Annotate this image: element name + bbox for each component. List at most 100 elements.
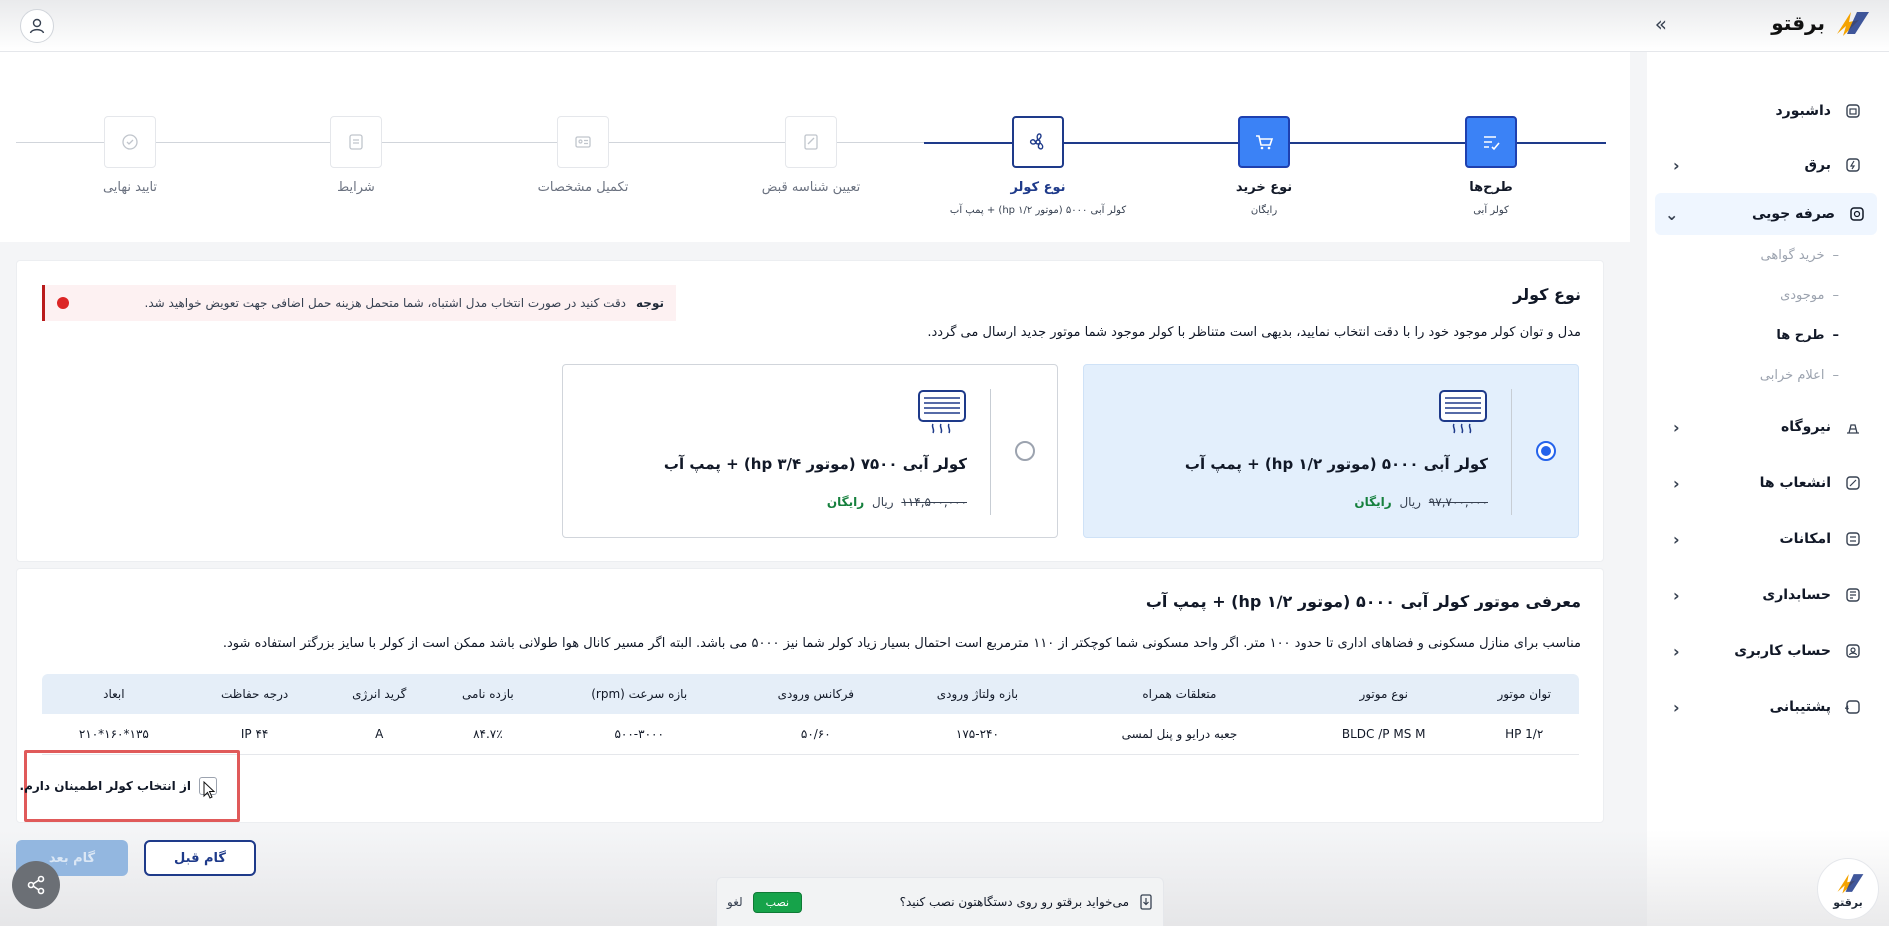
option-free-label: رایگان [1354,495,1392,509]
air-cooler-icon [1439,390,1487,434]
sidebar-item-support[interactable]: 24 پشتیبانی ‹ [1663,686,1873,728]
table-header-cell: بازه ولتاژ ورودی [894,674,1061,714]
sidebar-subitem-balance[interactable]: – موجودی [1780,288,1839,303]
step-plans-box [1465,116,1517,168]
sidebar-item-dashboard[interactable]: داشبورد [1663,90,1873,132]
sidebar-item-accounting[interactable]: حسابداری ‹ [1663,574,1873,616]
brand-name: برقتو [1833,895,1863,909]
sidebar-item-label: امکانات [1779,531,1831,547]
table-cell: 1/۲ HP [1469,714,1579,755]
table-cell: ۵۰۰-۳۰۰۰ [540,714,738,755]
step-purchase-type[interactable]: نوع خرید رایگان [1184,116,1344,216]
table-header-cell: متعلقات همراه [1060,674,1298,714]
sidebar-item-account[interactable]: حساب کاربری ‹ [1663,630,1873,672]
chevron-left-icon: ‹ [1673,529,1680,549]
top-bar: برقتو « [0,0,1889,52]
share-icon [27,875,45,895]
table-header-cell: درجه حفاظت [185,674,324,714]
sidebar-item-label: برق [1804,157,1831,173]
cooler-option-radio[interactable] [1015,441,1035,461]
user-profile-button[interactable] [20,9,54,43]
option-price: ۹۷,۷۰۰,۰۰۰ ریال رایگان [1354,495,1488,509]
step-bill-id[interactable]: تعیین شناسه قبض [731,116,891,195]
dash-icon: – [1832,288,1840,303]
install-prompt-text: می‌خواید برقتو رو روی دستگاهتون نصب کنید… [899,895,1129,909]
motor-intro-description: مناسب برای منازل مسکونی و فضاهای اداری ت… [222,636,1581,651]
step-subtitle: کولر آبی ۵۰۰۰ (موتور hp ۱/۲) + پمپ آب [949,205,1127,216]
table-cell: ۱۷۵-۲۴۰ [894,714,1061,755]
sidebar-item-label: نیروگاه [1780,419,1831,435]
confirm-selection-highlight: از انتخاب کولر اطمینان دارم. [20,750,240,822]
option-currency: ریال [872,495,894,509]
sidebar-item-power-plant[interactable]: نیروگاه ‹ [1663,406,1873,448]
sidebar-subitem-label: موجودی [1780,288,1825,303]
step-complete-info-box [557,116,609,168]
step-subtitle: رایگان [1250,205,1278,216]
sidebar-item-label: صرفه جویی [1751,206,1835,222]
step-title: تعیین شناسه قبض [761,180,861,195]
sidebar-subitem-plans[interactable]: – طرح ها [1776,328,1839,343]
option-old-price: ۹۷,۷۰۰,۰۰۰ [1428,495,1488,509]
option-price: ۱۱۴,۵۰۰,۰۰۰ ریال رایگان [827,495,967,509]
cart-icon [1256,135,1274,150]
id-card-icon [575,136,591,148]
table-header-cell: گرید انرژی [323,674,435,714]
floating-brand-logo[interactable]: برقتو [1817,858,1879,920]
table-cell: ۱۳۵*۱۶۰*۲۱۰ [42,714,186,755]
dashboard-icon [1843,101,1863,121]
sidebar-item-electricity[interactable]: برق ‹ [1663,144,1873,186]
mouse-cursor-icon [203,781,216,799]
cooler-option-7500[interactable]: کولر آبی ۷۵۰۰ (موتور hp ۳/۴) + پمپ آب ۱۱… [562,364,1058,538]
table-cell: IP ۴۴ [185,714,324,755]
sidebar-subitem-report-failure[interactable]: – اعلام خرابی [1760,368,1839,383]
chevron-left-icon: ‹ [1673,641,1680,661]
warning-alert: توجه دقت کنید در صورت انتخاب مدل اشتباه،… [42,285,676,321]
dash-icon: – [1832,368,1840,383]
step-plans[interactable]: طرح‌ها کولر آبی [1411,116,1571,216]
option-currency: ریال [1399,495,1421,509]
share-button[interactable] [12,861,60,909]
dash-icon: – [1832,328,1840,343]
step-complete-info[interactable]: تکمیل مشخصات [503,116,663,195]
cooler-option-radio[interactable] [1536,441,1556,461]
step-title: تایید نهایی [102,180,158,195]
logo-mark-icon [1837,873,1864,894]
alert-message: دقت کنید در صورت انتخاب مدل اشتباه، شما … [144,296,627,310]
option-divider [990,389,991,515]
step-terms[interactable]: شرایط [276,116,436,195]
sidebar-item-features[interactable]: امکانات ‹ [1663,518,1873,560]
table-header-row: توان موتور نوع موتور متعلقات همراه بازه … [42,674,1579,714]
accounting-icon [1843,585,1863,605]
step-final-confirm[interactable]: تایید نهایی [50,116,210,195]
sidebar-subitem-label: اعلام خرابی [1759,368,1825,383]
step-title: نوع کولر [1010,180,1066,195]
electricity-icon [1843,155,1863,175]
install-button[interactable]: نصب [752,891,803,913]
support-icon: 24 [1843,697,1863,717]
chevron-left-icon: ‹ [1673,473,1680,493]
step-bill-id-box [785,116,837,168]
list-check-icon [1484,136,1500,151]
sidebar-subitem-buy-certificate[interactable]: – خرید گواهی [1761,248,1840,263]
motor-specs-table: توان موتور نوع موتور متعلقات همراه بازه … [42,674,1579,755]
table-header-cell: بازده نامی [434,674,541,714]
check-circle-icon [122,134,138,150]
cancel-install-button[interactable]: لغو [727,895,743,909]
install-app-prompt: می‌خواید برقتو رو روی دستگاهتون نصب کنید… [716,877,1164,926]
brand-name: برقتو [1771,11,1825,35]
sidebar-subitem-label: طرح ها [1776,328,1825,343]
step-subtitle: کولر آبی [1473,205,1509,216]
document-edit-icon [804,134,818,150]
step-cooler-type[interactable]: نوع کولر کولر آبی ۵۰۰۰ (موتور hp ۱/۲) + … [898,116,1178,216]
option-title: کولر آبی ۵۰۰۰ (موتور hp ۱/۲) + پمپ آب [1184,455,1488,473]
step-purchase-type-box [1238,116,1290,168]
previous-step-button[interactable]: گام قبل [144,840,256,876]
fan-icon [1029,133,1044,150]
confirm-checkbox-label[interactable]: از انتخاب کولر اطمینان دارم. [20,779,191,793]
sidebar-item-savings[interactable]: صرفه جویی ⌄ [1655,193,1877,235]
sidebar-item-branches[interactable]: انشعاب ها ‹ [1663,462,1873,504]
step-cooler-type-box [1012,116,1064,168]
brand-logo[interactable]: برقتو [1771,8,1871,38]
collapse-sidebar-icon[interactable]: « [1655,12,1667,36]
cooler-option-5000[interactable]: کولر آبی ۵۰۰۰ (موتور hp ۱/۲) + پمپ آب ۹۷… [1083,364,1579,538]
